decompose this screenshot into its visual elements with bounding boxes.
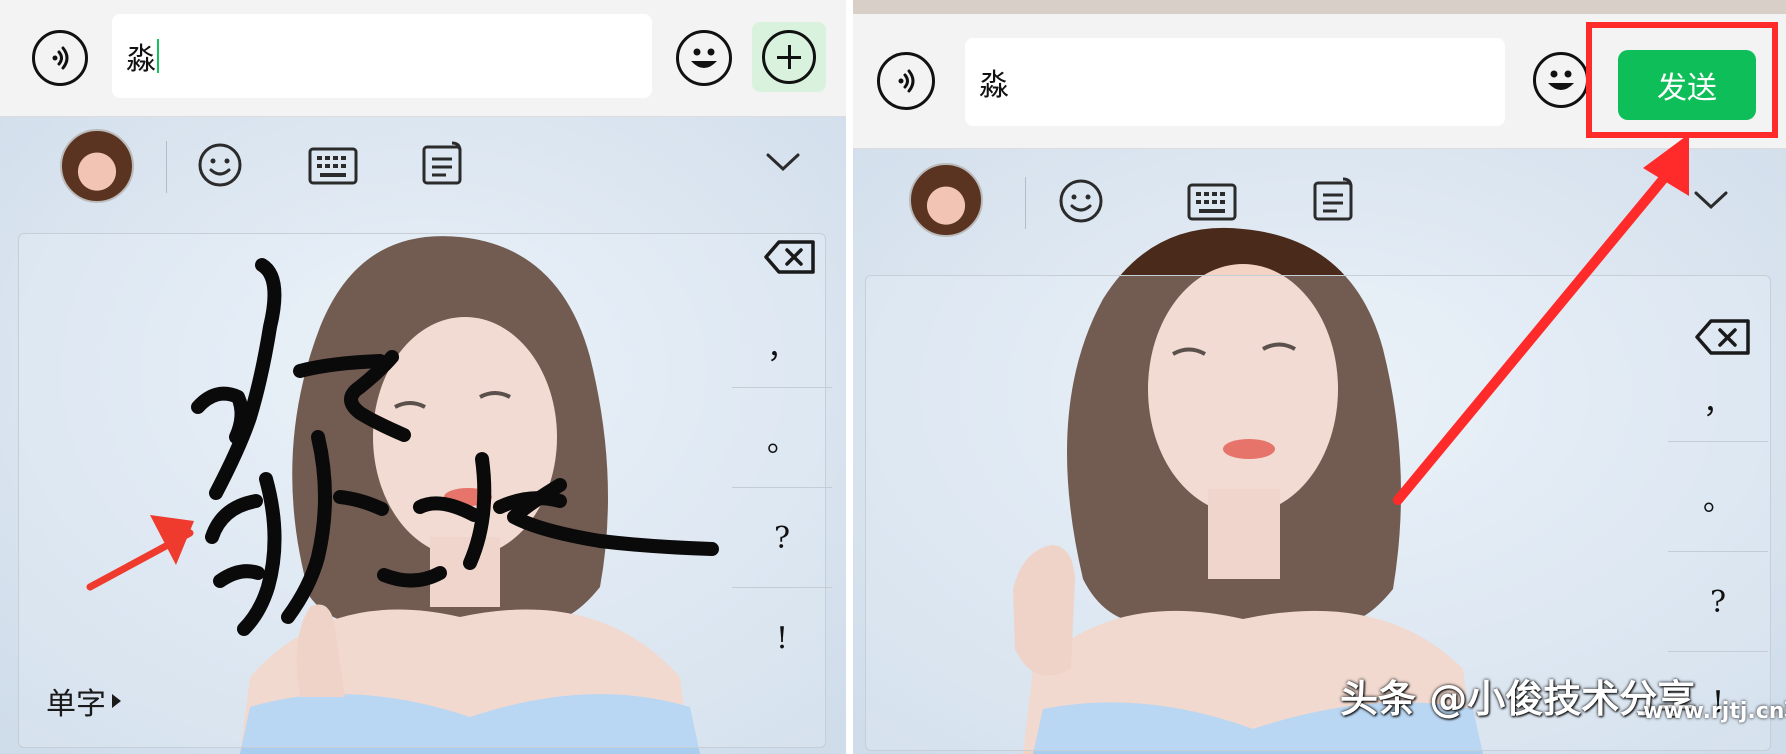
voice-button[interactable] (32, 30, 88, 86)
emoji-button[interactable] (676, 30, 732, 86)
chat-input-bar: 淼 (0, 0, 846, 117)
red-arrow-annotation (86, 515, 194, 591)
text-caret (157, 39, 159, 73)
panel-splitter (846, 0, 853, 754)
handwriting-keyboard: ， 。 ? ! 单字 (0, 117, 846, 754)
right-screenshot: 淼 发送 ， 。 ? ! (853, 0, 1786, 754)
question-key[interactable]: ? (732, 487, 832, 588)
single-char-mode[interactable]: 单字 (46, 679, 121, 723)
handwriting-strokes (86, 258, 719, 636)
red-arrow-annotation (1393, 134, 1689, 505)
period-key-label: 。 (767, 424, 797, 459)
voice-icon (52, 46, 69, 70)
backspace-icon (764, 240, 815, 274)
plus-icon (762, 30, 816, 84)
period-key[interactable]: 。 (732, 387, 832, 488)
comma-key[interactable]: ， (732, 303, 832, 387)
message-input-text: 淼 (126, 42, 156, 77)
triangle-right-icon (112, 694, 121, 708)
single-char-label: 单字 (46, 687, 106, 722)
question-key-label: ? (773, 520, 791, 556)
exclamation-key-label: ! (775, 620, 789, 656)
message-input[interactable]: 淼 (112, 14, 652, 98)
emoji-icon (691, 48, 717, 68)
delete-key[interactable] (740, 219, 840, 295)
watermark-site: www.rjtj.cn软荐网 (1643, 699, 1786, 724)
left-screenshot: 淼 ， 。 ? ! 单字 (0, 0, 846, 754)
watermark-text: 头条 @小俊技术分享 (1340, 677, 1696, 721)
exclamation-key[interactable]: ! (732, 587, 832, 688)
comma-key-label: ， (767, 331, 797, 366)
more-button[interactable] (752, 22, 826, 92)
